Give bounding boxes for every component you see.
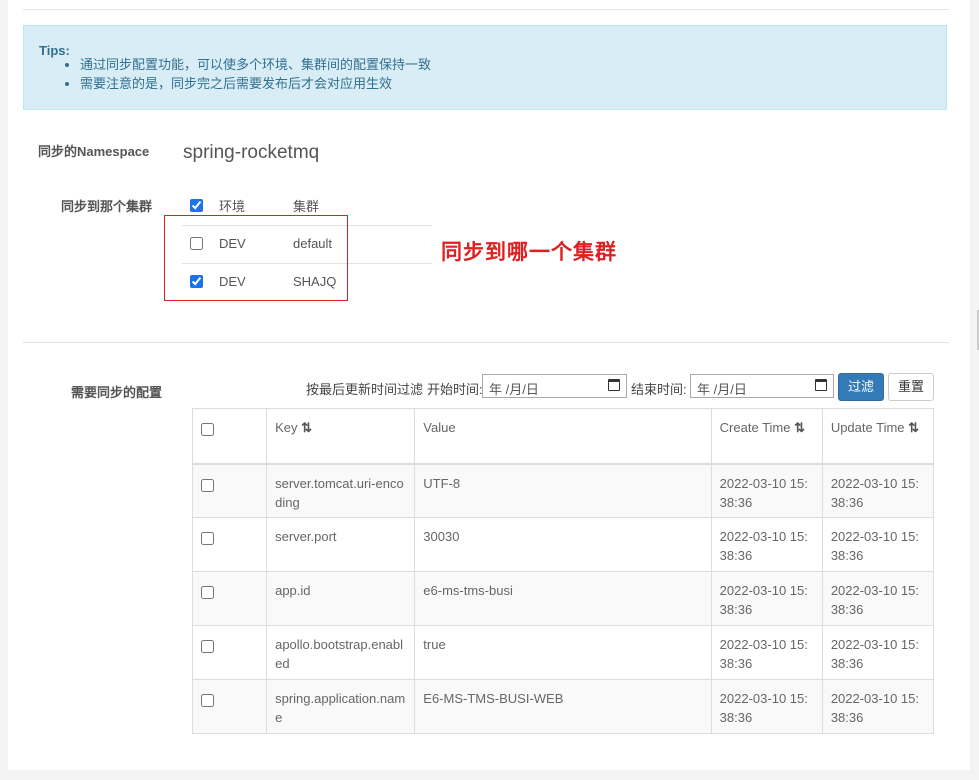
sort-icon[interactable]: ⇅ [794,420,805,435]
cell-update-time: 2022-03-10 15:38:36 [821,571,935,626]
cell-key: apollo.bootstrap.enabled [266,625,416,680]
cluster-select-label: 同步到那个集群 [61,199,153,214]
namespace-label: 同步的Namespace [38,144,150,159]
column-header-label: Key [275,420,298,435]
cell-key: app.id [266,571,416,626]
column-header-key[interactable]: Key ⇅ [266,408,416,465]
annotation-highlight-box [164,215,348,301]
cell-create-time: 2022-03-10 15:38:36 [710,625,823,680]
select-all-configs-checkbox[interactable] [201,423,214,436]
column-header-label: Update Time [830,420,905,435]
namespace-value: spring-rocketmq [183,142,320,163]
select-all-clusters-checkbox[interactable] [190,199,203,212]
cluster-column-header: 集群 [293,199,320,214]
table-row: spring.application.name E6-MS-TMS-BUSI-WE… [191,679,935,734]
start-date-placeholder: 年 /月/日 [489,382,539,397]
tips-item: 通过同步配置功能，可以使多个环境、集群间的配置保持一致 [80,55,431,74]
cell-value: E6-MS-TMS-BUSI-WEB [414,679,712,734]
configs-label: 需要同步的配置 [71,385,163,400]
column-header-label: Create Time [719,420,791,435]
start-date-input[interactable]: 年 /月/日 [482,374,627,398]
sort-icon[interactable]: ⇅ [908,420,919,435]
end-date-input[interactable]: 年 /月/日 [690,374,834,398]
end-date-placeholder: 年 /月/日 [697,382,747,397]
cell-value: UTF-8 [414,463,712,518]
column-header-value: Value [414,408,712,465]
row-select-cell [191,679,268,734]
cell-update-time: 2022-03-10 15:38:36 [821,517,935,572]
config-table: Key ⇅ Value Create Time ⇅ Update Time ⇅ … [191,408,935,734]
tips-alert: Tips: 通过同步配置功能，可以使多个环境、集群间的配置保持一致 需要注意的是… [23,25,947,110]
row-select-cell [191,517,268,572]
tips-list: 通过同步配置功能，可以使多个环境、集群间的配置保持一致 需要注意的是，同步完之后… [64,55,431,93]
end-time-label: 结束时间: [631,382,687,397]
filter-button[interactable]: 过滤 [838,373,884,401]
row-checkbox[interactable] [201,586,214,599]
column-header-create-time[interactable]: Create Time ⇅ [710,408,823,465]
filter-by-time-label: 按最后更新时间过滤 [306,382,424,397]
table-row: apollo.bootstrap.enabled true 2022-03-10 1… [191,625,935,680]
cell-value: e6-ms-tms-busi [414,571,712,626]
row-select-cell [191,571,268,626]
start-time-label: 开始时间: [427,382,483,397]
section-divider [23,342,949,343]
calendar-icon[interactable] [608,379,620,391]
cell-key: spring.application.name [266,679,416,734]
column-header-label: Value [423,420,456,435]
row-checkbox[interactable] [201,694,214,707]
cell-key: server.port [266,517,416,572]
column-header-update-time[interactable]: Update Time ⇅ [821,408,935,465]
cell-key: server.tomcat.uri-encoding [266,463,416,518]
cell-value: 30030 [414,517,712,572]
cell-create-time: 2022-03-10 15:38:36 [710,463,823,518]
table-row: server.port 30030 2022-03-10 15:38:36 2022-… [191,517,935,572]
cell-update-time: 2022-03-10 15:38:36 [821,463,935,518]
cell-update-time: 2022-03-10 15:38:36 [821,625,935,680]
sort-icon[interactable]: ⇅ [301,420,312,435]
table-row: server.tomcat.uri-encoding UTF-8 2022-03-1… [191,463,935,518]
row-select-cell [191,463,268,518]
row-checkbox[interactable] [201,532,214,545]
annotation-text: 同步到哪一个集群 [441,239,617,264]
row-checkbox[interactable] [201,478,214,492]
cell-update-time: 2022-03-10 15:38:36 [821,679,935,734]
reset-button[interactable]: 重置 [888,373,934,401]
divider [23,9,949,10]
cell-create-time: 2022-03-10 15:38:36 [710,517,823,572]
cell-create-time: 2022-03-10 15:38:36 [710,571,823,626]
env-column-header: 环境 [219,199,246,214]
cell-create-time: 2022-03-10 15:38:36 [710,679,823,734]
select-all-header-cell [191,408,268,465]
row-checkbox[interactable] [201,640,214,653]
table-row: app.id e6-ms-tms-busi 2022-03-10 15:38:36 2… [191,571,935,626]
cell-value: true [414,625,712,680]
tips-item: 需要注意的是，同步完之后需要发布后才会对应用生效 [80,74,431,93]
calendar-icon[interactable] [815,379,827,391]
row-select-cell [191,625,268,680]
table-header-row: Key ⇅ Value Create Time ⇅ Update Time ⇅ [191,408,935,465]
